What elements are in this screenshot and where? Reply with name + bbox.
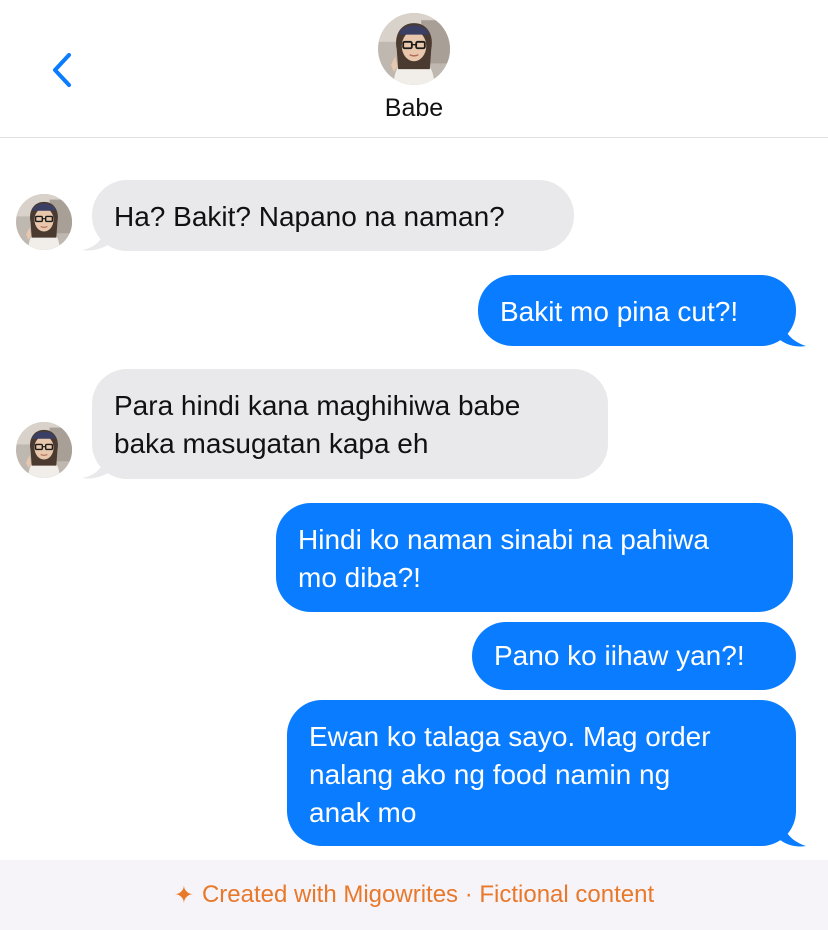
sender-avatar <box>16 194 72 250</box>
sender-avatar <box>16 422 72 478</box>
footer-banner: ✦ Created with Migowrites · Fictional co… <box>0 860 828 930</box>
message-text: Pano ko iihaw yan?! <box>494 640 745 671</box>
message-text: Ha? Bakit? Napano na naman? <box>114 201 505 232</box>
message-text: baka masugatan kapa eh <box>114 428 429 459</box>
contact-avatar[interactable] <box>378 13 450 85</box>
chat-header: Babe <box>0 0 828 138</box>
message-bubble-outgoing[interactable]: Hindi ko naman sinabi na pahiwa mo diba?… <box>276 503 793 612</box>
message-text: anak mo <box>309 797 417 828</box>
message-bubble-outgoing[interactable]: Pano ko iihaw yan?! <box>472 622 796 690</box>
message-text: Bakit mo pina cut?! <box>500 296 739 327</box>
message-bubble-incoming[interactable]: Ha? Bakit? Napano na naman? <box>92 180 574 251</box>
message-bubble-outgoing[interactable]: Ewan ko talaga sayo. Mag order nalang ak… <box>287 700 796 846</box>
message-text: Para hindi kana maghihiwa babe <box>114 390 521 421</box>
sparkle-icon: ✦ <box>173 881 194 909</box>
message-text: Hindi ko naman sinabi na pahiwa <box>298 524 709 555</box>
message-text: mo diba?! <box>298 562 421 593</box>
message-bubble-outgoing[interactable]: Bakit mo pina cut?! <box>478 275 796 346</box>
back-button[interactable] <box>40 48 84 92</box>
message-text: Ewan ko talaga sayo. Mag order <box>309 721 711 752</box>
contact-name[interactable]: Babe <box>0 94 828 123</box>
message-text: nalang ako ng food namin ng <box>309 759 671 790</box>
chevron-left-icon <box>53 53 71 87</box>
message-bubble-incoming[interactable]: Para hindi kana maghihiwa babe baka masu… <box>92 369 608 479</box>
footer-text: Created with Migowrites · Fictional cont… <box>201 881 655 908</box>
